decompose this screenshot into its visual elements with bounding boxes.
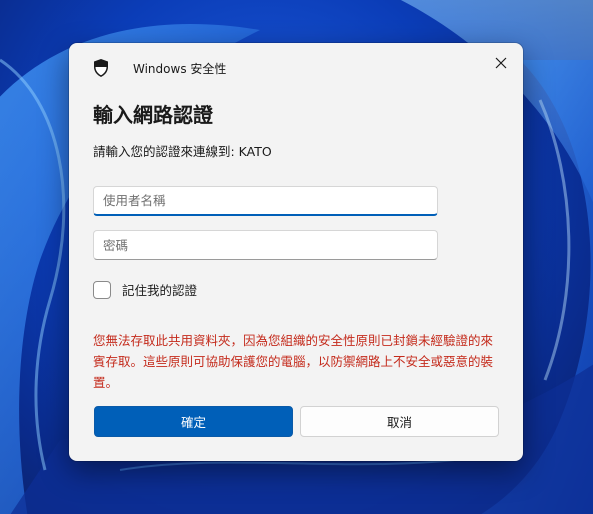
window-title: Windows 安全性 [133,62,227,76]
cancel-button[interactable]: 取消 [300,406,499,437]
password-field[interactable] [93,230,438,260]
connection-target-text: 請輸入您的認證來連線到: KATO [93,144,272,159]
remember-label: 記住我的認證 [122,283,198,298]
error-message: 您無法存取此共用資料夾，因為您組織的安全性原則已封鎖未經驗證的來賓存取。這些原則… [93,333,494,390]
dialog-heading: 輸入網路認證 [93,103,213,127]
close-button[interactable] [487,49,515,77]
remember-checkbox[interactable] [93,280,111,299]
username-field[interactable] [93,186,438,216]
password-input[interactable] [94,231,437,259]
username-input[interactable] [94,187,437,214]
title-bar: Windows 安全性 [69,43,523,89]
credentials-dialog: Windows 安全性 輸入網路認證 請輸入您的認證來連線到: KATO 記住我… [69,43,523,461]
ok-button[interactable]: 確定 [94,406,293,437]
shield-icon [92,58,110,78]
close-icon [495,54,507,73]
remember-credentials[interactable]: 記住我的認證 [93,280,197,299]
